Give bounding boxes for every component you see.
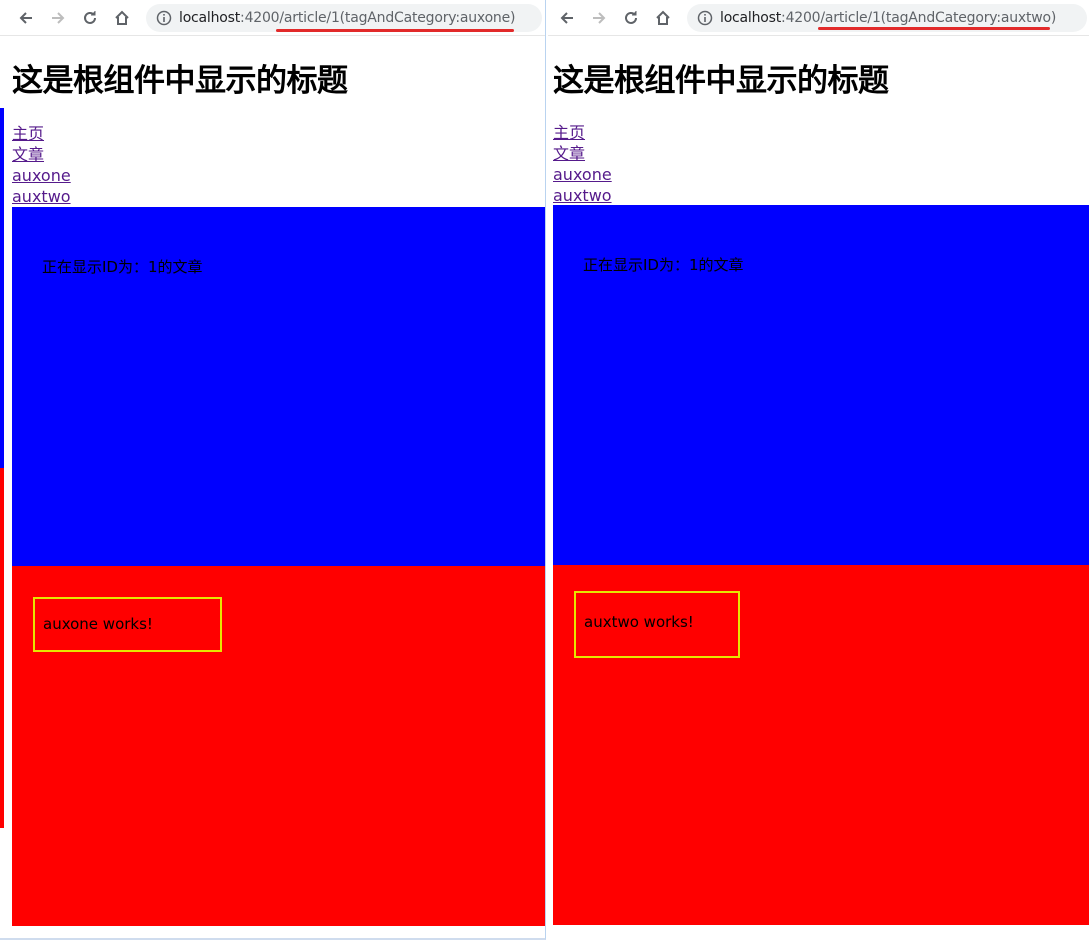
forward-button[interactable]	[587, 6, 611, 30]
nav-link-home[interactable]: 主页	[12, 123, 71, 144]
aux-outlet: auxone works!	[12, 566, 545, 926]
browser-toolbar: localhost:4200/article/1(tagAndCategory:…	[548, 0, 1089, 36]
url-host: localhost	[720, 10, 782, 26]
browser-window-left: localhost:4200/article/1(tagAndCategory:…	[0, 0, 546, 940]
reload-icon	[625, 11, 637, 24]
aux-component-box: auxtwo works!	[574, 591, 740, 658]
back-button[interactable]	[14, 6, 38, 30]
url-text[interactable]: localhost:4200/article/1(tagAndCategory:…	[720, 9, 1056, 27]
nav-link-auxone[interactable]: auxone	[553, 164, 612, 185]
article-message: 正在显示ID为：1的文章	[42, 258, 203, 276]
home-icon	[656, 10, 670, 25]
aux-message: auxtwo works!	[584, 613, 694, 631]
router-nav: 主页 文章 auxone auxtwo	[553, 122, 612, 206]
back-button[interactable]	[555, 6, 579, 30]
aux-outlet: auxtwo works!	[553, 565, 1089, 925]
url-highlight-underline	[818, 27, 1050, 30]
background-window-edge-blue	[0, 108, 4, 468]
back-arrow-icon	[19, 12, 32, 24]
url-port: :4200	[240, 10, 280, 26]
reload-button[interactable]	[78, 6, 102, 30]
aux-message: auxone works!	[43, 615, 153, 633]
nav-link-auxtwo[interactable]: auxtwo	[12, 186, 71, 207]
url-text[interactable]: localhost:4200/article/1(tagAndCategory:…	[179, 9, 515, 27]
home-button[interactable]	[110, 6, 134, 30]
page-content: 这是根组件中显示的标题 主页 文章 auxone auxtwo 正在显示ID为：…	[0, 37, 545, 938]
reload-icon	[84, 11, 96, 24]
article-message: 正在显示ID为：1的文章	[583, 256, 744, 274]
info-icon[interactable]	[156, 10, 172, 26]
page-title: 这是根组件中显示的标题	[553, 63, 889, 99]
url-path: /article/1(tagAndCategory:auxtwo)	[820, 10, 1057, 26]
reload-button[interactable]	[619, 6, 643, 30]
forward-arrow-icon	[593, 12, 606, 24]
nav-link-article[interactable]: 文章	[12, 144, 71, 165]
nav-link-article[interactable]: 文章	[553, 143, 612, 164]
home-icon	[115, 10, 129, 25]
forward-button[interactable]	[46, 6, 70, 30]
page-title: 这是根组件中显示的标题	[12, 63, 348, 99]
home-button[interactable]	[651, 6, 675, 30]
page-content: 这是根组件中显示的标题 主页 文章 auxone auxtwo 正在显示ID为：…	[548, 37, 1089, 942]
info-icon[interactable]	[697, 10, 713, 26]
url-path: /article/1(tagAndCategory:auxone)	[279, 10, 516, 26]
background-window-edge-red	[0, 468, 4, 828]
back-arrow-icon	[560, 12, 573, 24]
nav-link-home[interactable]: 主页	[553, 122, 612, 143]
address-bar[interactable]: localhost:4200/article/1(tagAndCategory:…	[146, 4, 542, 32]
browser-toolbar: localhost:4200/article/1(tagAndCategory:…	[0, 0, 545, 36]
url-port: :4200	[781, 10, 821, 26]
router-nav: 主页 文章 auxone auxtwo	[12, 123, 71, 207]
nav-link-auxone[interactable]: auxone	[12, 165, 71, 186]
aux-component-box: auxone works!	[33, 597, 222, 652]
article-outlet: 正在显示ID为：1的文章	[553, 205, 1089, 565]
browser-window-right: localhost:4200/article/1(tagAndCategory:…	[548, 0, 1089, 942]
nav-link-auxtwo[interactable]: auxtwo	[553, 185, 612, 206]
url-host: localhost	[179, 10, 241, 26]
forward-arrow-icon	[52, 12, 65, 24]
article-outlet: 正在显示ID为：1的文章	[12, 207, 545, 566]
url-highlight-underline	[276, 29, 514, 32]
